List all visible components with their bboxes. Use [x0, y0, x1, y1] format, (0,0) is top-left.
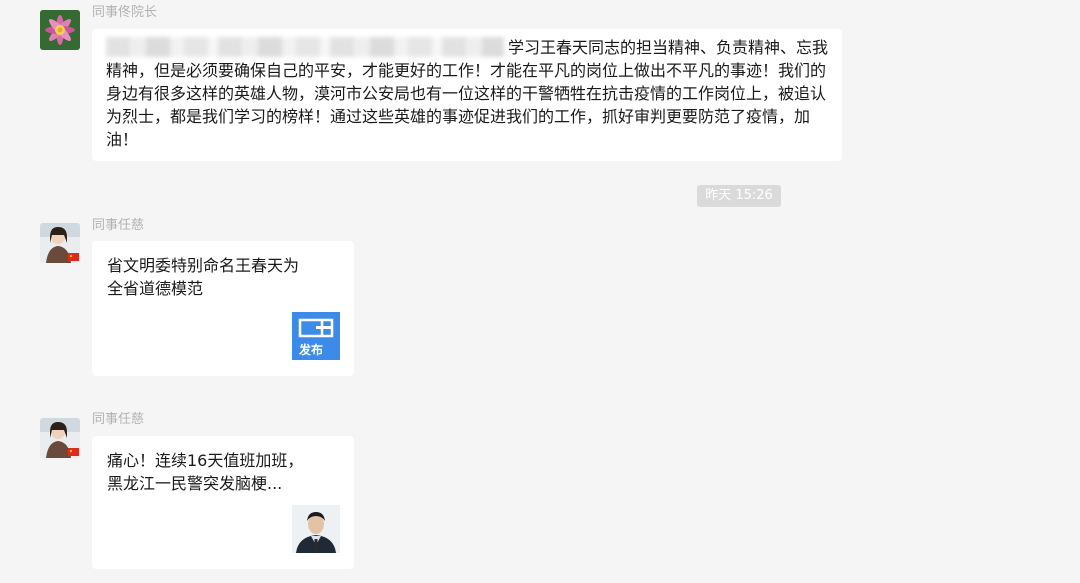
card-title: 痛心！连续16天值班加班，黑龙江一民警突发脑梗... — [107, 451, 304, 493]
link-card[interactable]: 痛心！连续16天值班加班，黑龙江一民警突发脑梗... — [92, 436, 354, 569]
sender-name: 同事任慈 — [92, 412, 145, 427]
card-title: 省文明委特别命名王春天为全省道德模范 — [107, 256, 300, 298]
message-text-block: 学习王春天同志的担当精神、负责精神、忘我精神，但是必须要确保自己的平安，才能更好… — [106, 36, 834, 151]
flag-badge-icon — [68, 448, 79, 456]
avatar-ren-icon[interactable] — [40, 418, 80, 458]
sender-name: 同事任慈 — [92, 218, 145, 233]
flag-badge-icon — [68, 253, 79, 261]
media-logo-thumbnail: 发布 — [292, 312, 340, 360]
redacted-name — [106, 37, 504, 57]
timestamp-chip: 昨天 15:26 — [697, 185, 781, 207]
avatar-ren-icon[interactable] — [40, 223, 80, 263]
sender-name: 同事佟院长 — [92, 5, 158, 20]
avatar-tong-icon[interactable] — [40, 10, 80, 50]
officer-portrait-thumbnail — [292, 505, 340, 553]
link-card[interactable]: 省文明委特别命名王春天为全省道德模范 发布 — [92, 241, 354, 376]
thumb-text: 发布 — [298, 342, 323, 357]
message-bubble[interactable]: 学习王春天同志的担当精神、负责精神、忘我精神，但是必须要确保自己的平安，才能更好… — [92, 29, 842, 161]
